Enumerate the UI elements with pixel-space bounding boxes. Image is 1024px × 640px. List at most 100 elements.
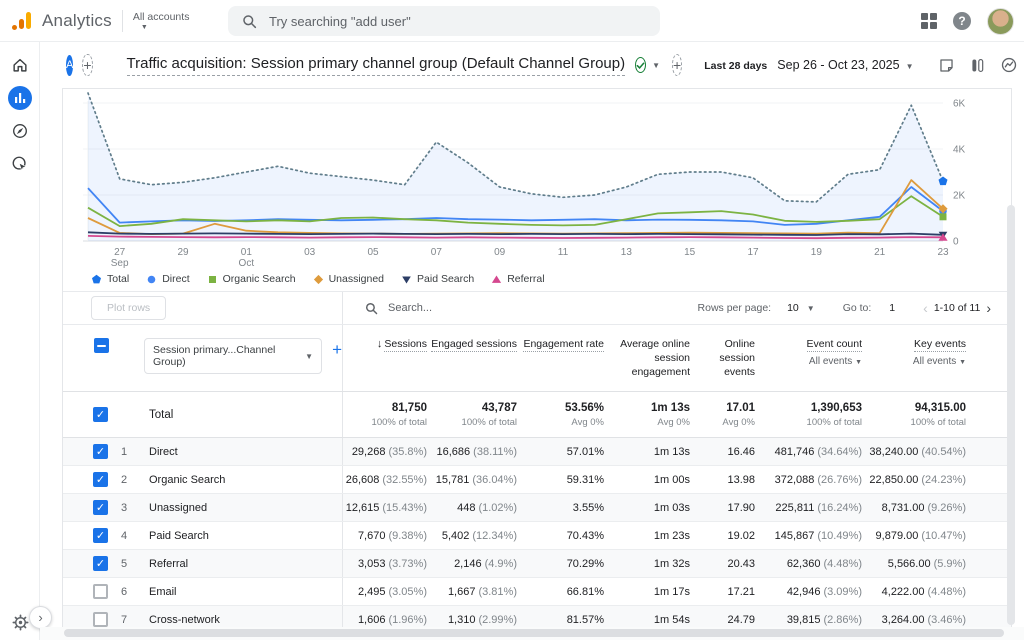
svg-text:29: 29 <box>177 247 189 258</box>
help-icon[interactable]: ? <box>953 12 971 30</box>
cell-value: 7,670 <box>358 530 386 542</box>
column-header-online-session-events[interactable]: Online session events <box>694 337 759 391</box>
table-row-paid-search[interactable]: ✓4Paid Search7,670(9.38%)5,402(12.34%)70… <box>63 522 1011 550</box>
legend-item-direct[interactable]: Direct <box>146 273 189 285</box>
add-collection-button[interactable]: + <box>82 54 92 76</box>
column-header-sessions[interactable]: ↓Sessions <box>343 337 431 391</box>
horizontal-scrollbar[interactable] <box>40 627 1024 640</box>
go-to-input[interactable]: 1 <box>889 302 895 314</box>
table-row-organic-search[interactable]: ✓2Organic Search26,608(32.55%)15,781(36.… <box>63 466 1011 494</box>
cell-value: 26,608 <box>346 474 380 486</box>
dimension-selector[interactable]: Session primary...Channel Group) ▼ <box>144 338 322 374</box>
apps-grid-icon[interactable] <box>921 13 937 29</box>
row-checkbox[interactable]: ✓ <box>93 556 108 571</box>
avatar[interactable] <box>987 8 1014 35</box>
sidebar-item-reports[interactable] <box>8 86 32 110</box>
insights-icon[interactable] <box>1000 56 1018 74</box>
table-controls: Plot rows Search... Rows per page: 10 ▼ … <box>63 291 1011 325</box>
date-range-picker[interactable]: Last 28 days Sep 26 - Oct 23, 2025 ▼ <box>704 58 913 72</box>
rows-per-page-label: Rows per page: <box>698 302 772 314</box>
add-comparison-button[interactable]: + <box>672 54 682 76</box>
add-dimension-button[interactable]: + <box>332 340 342 360</box>
row-number: 5 <box>121 558 135 570</box>
prev-page-icon[interactable]: ‹ <box>917 300 934 316</box>
total-subtext: Avg 0% <box>608 417 690 428</box>
sidebar-item-explore[interactable] <box>8 119 32 143</box>
total-value: 81,750 <box>343 402 427 414</box>
column-header-engagement-rate[interactable]: Engagement rate <box>521 337 608 391</box>
column-label: Engagement rate <box>523 338 604 352</box>
report-collection-badge[interactable]: A <box>66 55 73 76</box>
row-checkbox[interactable] <box>93 584 108 599</box>
legend-item-organic-search[interactable]: Organic Search <box>207 273 296 285</box>
analytics-logo-icon[interactable] <box>13 11 33 31</box>
notes-icon[interactable] <box>938 57 955 74</box>
cell-percent: (36.04%) <box>472 474 517 486</box>
search-icon <box>365 302 378 315</box>
row-checkbox[interactable]: ✓ <box>93 444 108 459</box>
table-row-unassigned[interactable]: ✓3Unassigned12,615(15.43%)448(1.02%)3.55… <box>63 494 1011 522</box>
cell-value: 15,781 <box>436 474 470 486</box>
rows-per-page-select[interactable]: 10 <box>787 302 799 314</box>
table-search-input[interactable]: Search... <box>365 302 432 315</box>
column-header-engaged-sessions[interactable]: Engaged sessions <box>431 337 521 391</box>
legend-label: Unassigned <box>329 273 384 285</box>
account-switcher[interactable]: All accounts ▼ <box>133 11 190 31</box>
global-search-input[interactable]: Try searching "add user" <box>228 6 660 36</box>
row-checkbox[interactable]: ✓ <box>93 500 108 515</box>
column-header-average-online-session-engagement[interactable]: Average online session engagement <box>608 337 694 391</box>
table-row-direct[interactable]: ✓1Direct29,268(35.8%)16,686(38.11%)57.01… <box>63 438 1011 466</box>
comparisons-icon[interactable] <box>969 57 986 74</box>
row-checkbox[interactable] <box>93 612 108 627</box>
cell-value: 70.43% <box>567 530 604 542</box>
row-number: 1 <box>121 446 135 458</box>
sidebar-nav <box>0 42 40 640</box>
legend-item-total[interactable]: Total <box>91 273 129 285</box>
select-all-checkbox[interactable] <box>94 338 109 353</box>
legend-label: Total <box>107 273 129 285</box>
vertical-scrollbar[interactable] <box>1007 205 1015 625</box>
sidebar-item-home[interactable] <box>8 53 32 77</box>
column-label: Sessions <box>384 338 427 352</box>
column-event-filter[interactable]: All events ▼ <box>759 355 862 370</box>
sidebar-expand-button[interactable]: › <box>29 606 52 629</box>
column-header-key-events[interactable]: Key eventsAll events ▼ <box>866 337 970 391</box>
row-checkbox[interactable]: ✓ <box>93 407 108 422</box>
chevron-down-icon[interactable]: ▼ <box>652 61 660 70</box>
row-number: 6 <box>121 586 135 598</box>
svg-text:27: 27 <box>114 247 126 258</box>
svg-text:13: 13 <box>621 247 633 258</box>
legend-item-unassigned[interactable]: Unassigned <box>313 273 384 285</box>
pagination-status: 1-10 of 11 <box>934 302 981 314</box>
horizontal-scrollbar-thumb[interactable] <box>64 629 1004 637</box>
account-switcher-label: All accounts <box>133 11 190 23</box>
cell-percent: (38.11%) <box>473 446 517 458</box>
column-event-filter[interactable]: All events ▼ <box>866 355 966 370</box>
row-checkbox[interactable]: ✓ <box>93 472 108 487</box>
saved-check-icon[interactable] <box>635 57 646 73</box>
total-subtext: 100% of total <box>759 417 862 428</box>
legend-item-paid-search[interactable]: Paid Search <box>401 273 474 285</box>
cell-percent: (3.81%) <box>478 586 517 598</box>
column-label: Online session events <box>719 338 755 378</box>
explore-icon <box>11 122 29 140</box>
legend-item-referral[interactable]: Referral <box>491 273 544 285</box>
page-title[interactable]: Traffic acquisition: Session primary cha… <box>127 55 626 76</box>
chevron-down-icon: ▼ <box>305 352 313 361</box>
sidebar-item-advertising[interactable] <box>8 152 32 176</box>
channel-name: Direct <box>149 446 178 458</box>
column-header-event-count[interactable]: Event countAll events ▼ <box>759 337 866 391</box>
chart-legend: Total Direct Organic Search Unassigned Paid … <box>91 267 545 291</box>
cell-value: 57.01% <box>567 446 604 458</box>
svg-text:17: 17 <box>747 247 759 258</box>
chevron-down-icon[interactable]: ▼ <box>807 304 815 313</box>
cell-value: 448 <box>457 502 475 514</box>
cell-percent: (15.43%) <box>382 502 427 514</box>
cell-value: 1m 00s <box>654 474 690 486</box>
plot-rows-button[interactable]: Plot rows <box>91 296 166 320</box>
row-checkbox[interactable]: ✓ <box>93 528 108 543</box>
table-header: Session primary...Channel Group) ▼ + ↓Se… <box>63 325 1011 392</box>
table-row-referral[interactable]: ✓5Referral3,053(3.73%)2,146(4.9%)70.29%1… <box>63 550 1011 578</box>
next-page-icon[interactable]: › <box>980 300 997 316</box>
table-row-email[interactable]: 6Email2,495(3.05%)1,667(3.81%)66.81%1m 1… <box>63 578 1011 606</box>
